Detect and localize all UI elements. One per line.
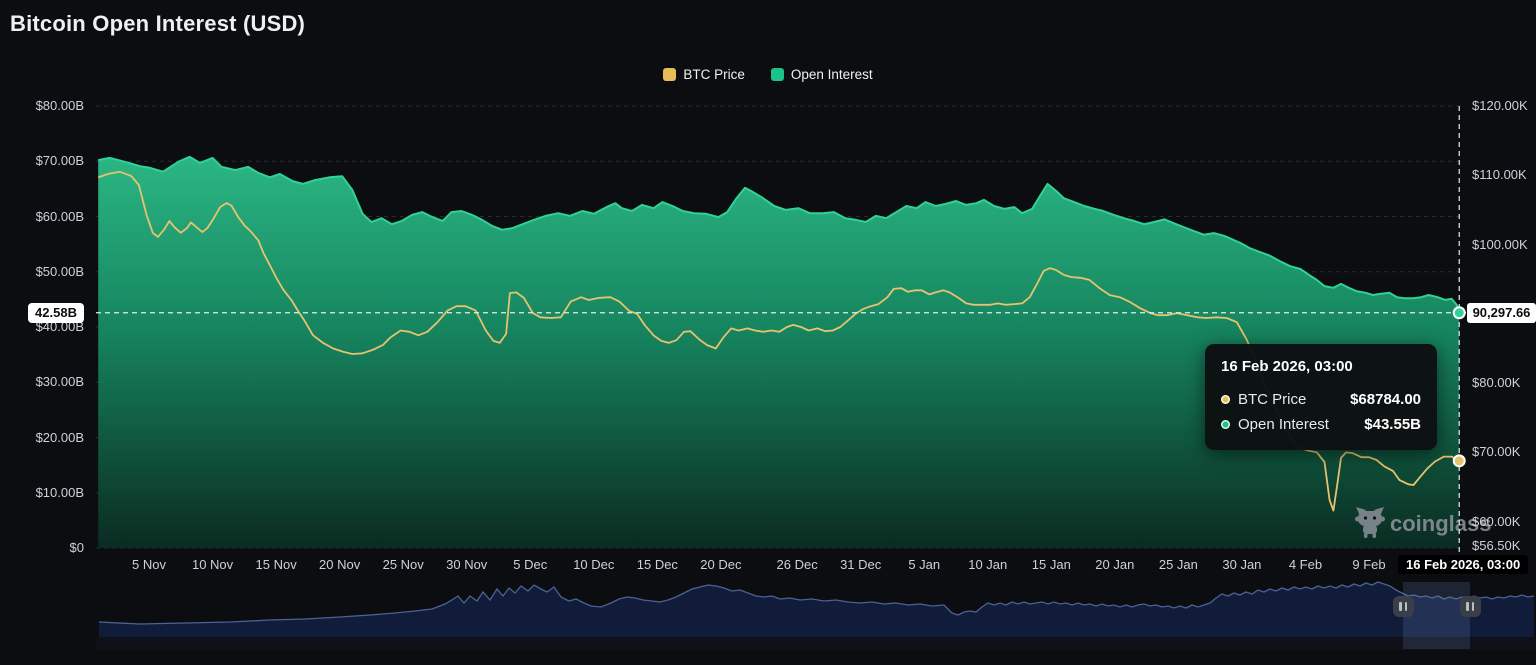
axis-tick-label: $60.00K [1472, 513, 1521, 529]
axis-tick-label: $10.00B [35, 484, 84, 500]
grip-bar-icon [1404, 602, 1407, 611]
axis-tick-label: $50.00B [35, 263, 84, 279]
navigator-layer[interactable] [96, 581, 1536, 650]
axis-tick-label: $56.50K [1472, 537, 1521, 553]
axis-tick-label: $100.00K [1472, 236, 1528, 252]
navigator-area[interactable] [99, 582, 1534, 637]
axis-tick-label: 10 Nov [191, 557, 234, 572]
axis-tick-label: $80.00K [1472, 375, 1521, 391]
axis-tick-label: 5 Dec [513, 557, 548, 572]
axis-tick-label: 4 Feb [1288, 557, 1323, 572]
bitcoin-open-interest-chart-page: Bitcoin Open Interest (USD) BTC Price Op… [0, 0, 1536, 665]
axis-tick-label: 15 Nov [255, 557, 297, 572]
navigator-selection[interactable] [1403, 582, 1470, 649]
axis-tick-label: 5 Jan [908, 557, 941, 572]
navigator-baseline-band [96, 637, 1536, 650]
open-interest-endpoint-dot [1452, 306, 1466, 320]
grip-bar-icon [1471, 602, 1474, 611]
axis-tick-label: $20.00B [35, 429, 84, 445]
axis-tick-label: $60.00B [35, 208, 84, 224]
open-interest-dot-icon [1221, 420, 1230, 429]
axis-tick-label: 10 Dec [573, 557, 615, 572]
axis-tick-label: 26 Dec [776, 557, 818, 572]
tooltip-label: Open Interest [1238, 416, 1329, 433]
tooltip-value: $68784.00 [1350, 391, 1421, 408]
navigator-handle-right[interactable] [1459, 596, 1481, 617]
axis-tick-label: $70.00B [35, 153, 84, 169]
axis-tick-label: 20 Nov [319, 557, 361, 572]
btc-price-endpoint-dot [1452, 454, 1466, 468]
tooltip-row-open-interest: Open Interest $43.55B [1221, 412, 1421, 437]
axis-tick-label: 20 Dec [700, 557, 742, 572]
axis-tick-label: 15 Dec [636, 557, 678, 572]
coinglass-watermark: coinglass [1355, 507, 1491, 538]
axis-tick-label: $30.00B [35, 374, 84, 390]
axis-tick-label: 25 Jan [1158, 557, 1198, 572]
axis-tick-label: $80.00B [35, 98, 84, 113]
crosshair-date-badge: 16 Feb 2026, 03:00 [1398, 555, 1529, 574]
axis-tick-label: 30 Jan [1222, 557, 1262, 572]
tooltip-value: $43.55B [1364, 416, 1421, 433]
axis-tick-label: $70.00K [1472, 444, 1521, 460]
tooltip-label: BTC Price [1238, 391, 1307, 408]
btc-price-dot-icon [1221, 395, 1230, 404]
axis-tick-label: 30 Nov [446, 557, 488, 572]
tooltip-date: 16 Feb 2026, 03:00 [1221, 358, 1353, 375]
axis-tick-label: $0 [69, 540, 84, 555]
tooltip-row-btc-price: BTC Price $68784.00 [1221, 387, 1421, 412]
axis-tick-label: $120.00K [1472, 98, 1528, 113]
open-interest-last-value-badge: 42.58B [28, 303, 84, 323]
axis-tick-label: 15 Jan [1031, 557, 1071, 572]
chart-tooltip: 16 Feb 2026, 03:00 BTC Price $68784.00 O… [1205, 344, 1437, 450]
axis-tick-label: 10 Jan [968, 557, 1008, 572]
price-axis-crosshair-badge: 90,297.66 [1467, 303, 1536, 323]
axis-tick-label: $110.00K [1472, 167, 1527, 183]
axis-tick-label: 5 Nov [132, 557, 167, 572]
grip-bar-icon [1399, 602, 1402, 611]
axis-tick-label: 9 Feb [1352, 557, 1386, 572]
navigator-handle-left[interactable] [1392, 596, 1414, 617]
axis-tick-label: 31 Dec [840, 557, 882, 572]
grip-bar-icon [1466, 602, 1469, 611]
axis-tick-label: 25 Nov [382, 557, 424, 572]
axis-tick-label: 20 Jan [1095, 557, 1135, 572]
